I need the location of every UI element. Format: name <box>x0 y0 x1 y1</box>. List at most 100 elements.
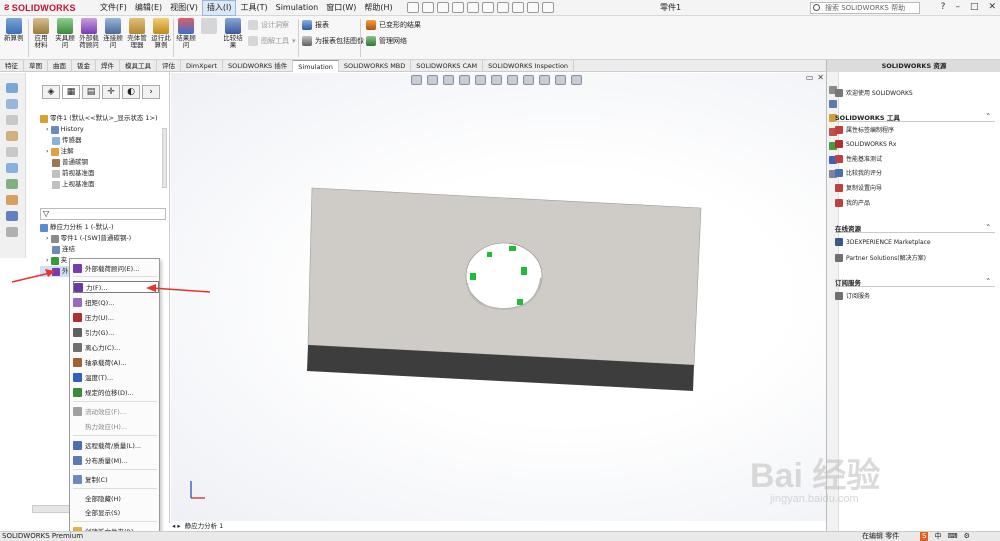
solidworks-logo[interactable]: ƨ SOLIDWORKS <box>0 0 88 16</box>
close-button[interactable]: ✕ <box>988 2 996 12</box>
tool-link[interactable]: SOLIDWORKS Rx <box>835 140 896 148</box>
tab-features[interactable]: 特征 <box>0 60 24 72</box>
tab-scroll-arrows[interactable]: ◂ ▸ <box>172 521 181 531</box>
new-document-icon[interactable] <box>421 2 434 13</box>
menu-item-pressure[interactable]: 压力(U)... <box>73 311 159 323</box>
settings-gear-icon[interactable]: ⚙ <box>964 532 970 541</box>
menu-item-hide-all[interactable]: 全部隐藏(H) <box>73 492 159 504</box>
tab-surfaces[interactable]: 曲面 <box>48 60 72 72</box>
menu-item-centrifugal[interactable]: 离心力(C)... <box>73 341 159 353</box>
result-advisor-button[interactable]: 结果顾问 <box>176 18 196 49</box>
tree-scrollbar[interactable] <box>162 128 167 188</box>
language-icon[interactable]: 中 <box>934 532 941 541</box>
tab-weldments[interactable]: 焊件 <box>96 60 120 72</box>
undo-icon[interactable] <box>481 2 494 13</box>
menu-simulation[interactable]: Simulation <box>272 0 323 16</box>
design-library-icon[interactable] <box>829 100 837 108</box>
welcome-link[interactable]: 欢迎使用 SOLIDWORKS <box>835 88 913 97</box>
configmanager-tab-icon[interactable]: ▤ <box>82 85 100 99</box>
run-study-button[interactable]: 运行此算例 <box>151 18 171 49</box>
tab-cam[interactable]: SOLIDWORKS CAM <box>411 60 484 72</box>
online-link[interactable]: Partner Solutions(解决方案) <box>835 253 926 262</box>
deformed-toggle-button[interactable] <box>200 18 218 35</box>
section-online-header[interactable]: 在线资源 ⌃ <box>835 223 995 233</box>
report-button[interactable]: 报表 <box>302 20 329 30</box>
home-icon[interactable] <box>406 2 419 13</box>
tool-link[interactable]: 性能基准测试 <box>835 154 882 163</box>
menu-item-prescribed-displacement[interactable]: 规定的位移(D)... <box>73 386 159 398</box>
tool-link[interactable]: 我的产品 <box>835 198 870 207</box>
tool-link[interactable]: 复制设置向导 <box>835 183 882 192</box>
dimxpert-icon[interactable] <box>6 195 18 205</box>
manage-network-button[interactable]: 管理网络 <box>366 36 407 46</box>
help-question-icon[interactable]: ? <box>941 2 946 12</box>
tree-item[interactable]: › History <box>40 124 158 135</box>
evaluate-icon[interactable] <box>6 179 18 189</box>
design-insight-button[interactable]: 设计洞察 <box>248 20 289 30</box>
compare-results-button[interactable]: 比较结果 <box>222 18 244 49</box>
tree-filter-input[interactable]: ▽ <box>40 208 166 220</box>
menu-item-copy[interactable]: 复制(C) <box>73 473 159 485</box>
graphics-viewport[interactable]: ▭ ✕ <box>171 73 826 521</box>
select-arrow-icon[interactable] <box>496 2 509 13</box>
sketch-icon[interactable] <box>6 83 18 93</box>
help-search-input[interactable]: 搜索 SOLIDWORKS 帮助 <box>810 2 920 14</box>
tab-dimxpert[interactable]: DimXpert <box>181 60 223 72</box>
section-subscription-header[interactable]: 订阅服务 ⌃ <box>835 277 995 287</box>
menu-item-distributed-mass[interactable]: 分布质量(M)... <box>73 454 159 466</box>
external-loads-advisor-button[interactable]: 外部载荷顾问 <box>78 18 100 49</box>
featuremanager-tab-icon[interactable]: ◈ <box>42 85 60 99</box>
dimxpert-tab-icon[interactable]: ✛ <box>102 85 120 99</box>
menu-item-external-loads-advisor[interactable]: 外部载荷顾问(E)... <box>73 262 159 274</box>
menu-item-torque[interactable]: 扭矩(Q)... <box>73 296 159 308</box>
addin-icon[interactable] <box>6 211 18 221</box>
surface-icon[interactable] <box>6 115 18 125</box>
ime-icon[interactable]: S <box>920 532 929 541</box>
more-tools-icon[interactable] <box>6 227 18 237</box>
shell-manager-button[interactable]: 壳体管理器 <box>126 18 148 49</box>
tab-addins[interactable]: SOLIDWORKS 插件 <box>223 60 294 72</box>
study-node[interactable]: 静应力分析 1 (-默认-) <box>40 222 131 233</box>
include-image-report-button[interactable]: 为报表包括图像 <box>302 36 364 46</box>
menu-edit[interactable]: 编辑(E) <box>131 0 166 16</box>
connections-node[interactable]: 连结 <box>40 244 131 255</box>
menu-item-gravity[interactable]: 引力(G)... <box>73 326 159 338</box>
tab-mold-tools[interactable]: 模具工具 <box>120 60 157 72</box>
propertymanager-tab-icon[interactable]: ▦ <box>62 85 80 99</box>
plot-tools-button[interactable]: 图解工具 ▾ <box>248 36 296 46</box>
menu-tools[interactable]: 工具(T) <box>236 0 271 16</box>
tab-sheet-metal[interactable]: 钣金 <box>72 60 96 72</box>
save-icon[interactable] <box>451 2 464 13</box>
mold-icon[interactable] <box>6 163 18 173</box>
menu-view[interactable]: 视图(V) <box>166 0 202 16</box>
tree-item[interactable]: 上视基准面 <box>40 179 158 190</box>
tab-mbd[interactable]: SOLIDWORKS MBD <box>339 60 412 72</box>
display-manager-tab-icon[interactable]: ◐ <box>122 85 140 99</box>
feature-icon[interactable] <box>6 99 18 109</box>
sheet-metal-icon[interactable] <box>6 131 18 141</box>
tree-h-scrollbar[interactable] <box>32 505 72 513</box>
apply-material-button[interactable]: 应用材料 <box>32 18 50 49</box>
menu-item-show-all[interactable]: 全部显示(S) <box>73 506 159 518</box>
menu-item-force[interactable]: 力(F)... <box>73 281 159 293</box>
menu-item-flow-effects[interactable]: 流动效应(F)... <box>73 405 159 417</box>
tree-item[interactable]: › 注解 <box>40 146 158 157</box>
menu-item-thermal-effects[interactable]: 热力效应(H)... <box>73 420 159 432</box>
tree-item[interactable]: 传感器 <box>40 135 158 146</box>
tree-item[interactable]: 前视基准面 <box>40 168 158 179</box>
tool-link[interactable]: 比较我的评分 <box>835 168 882 177</box>
tree-item[interactable]: 普通碳钢 <box>40 157 158 168</box>
new-study-button[interactable]: 新算例 <box>4 18 24 42</box>
keyboard-icon[interactable]: ⌨ <box>947 532 957 541</box>
tab-evaluate[interactable]: 评估 <box>157 60 181 72</box>
menu-item-temperature[interactable]: 温度(T)... <box>73 371 159 383</box>
menu-window[interactable]: 窗口(W) <box>322 0 360 16</box>
restore-button[interactable]: □ <box>970 2 979 12</box>
online-link[interactable]: 3DEXPERIENCE Marketplace <box>835 238 931 246</box>
study-tab[interactable]: 静应力分析 1 <box>185 521 224 531</box>
subscription-link[interactable]: 订阅服务 <box>835 291 870 300</box>
fixtures-advisor-button[interactable]: 夹具顾问 <box>55 18 75 49</box>
file-properties-icon[interactable] <box>526 2 539 13</box>
tab-inspection[interactable]: SOLIDWORKS Inspection <box>483 60 575 72</box>
menu-insert[interactable]: 插入(I) <box>201 0 237 16</box>
